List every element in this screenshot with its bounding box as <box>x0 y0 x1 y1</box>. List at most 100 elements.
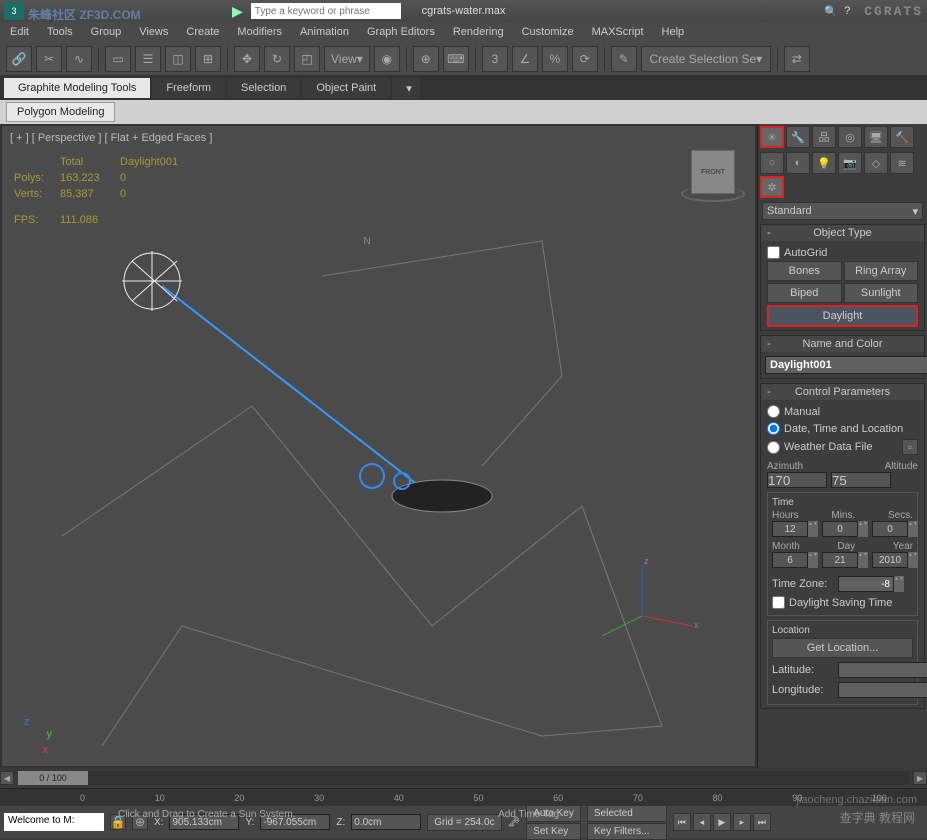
geometry-icon[interactable]: ○ <box>760 152 784 174</box>
pivot-icon[interactable]: ◉ <box>374 46 400 72</box>
search-input[interactable] <box>251 3 401 19</box>
key-filters-button[interactable]: Key Filters... <box>587 823 667 840</box>
lights-icon[interactable]: 💡 <box>812 152 836 174</box>
ribbon-collapse-icon[interactable]: ▾ <box>392 78 420 99</box>
menu-rendering[interactable]: Rendering <box>453 26 504 38</box>
longitude-input[interactable] <box>838 682 927 698</box>
viewport[interactable]: [ + ] [ Perspective ] [ Flat + Edged Fac… <box>0 124 757 768</box>
goto-end-icon[interactable]: ⏭ <box>753 813 771 831</box>
mins-spinner[interactable] <box>822 521 858 537</box>
scale-icon[interactable]: ◰ <box>294 46 320 72</box>
tab-freeform[interactable]: Freeform <box>152 78 225 98</box>
time-slider-thumb[interactable]: 0 / 100 <box>18 771 88 785</box>
window-crossing-icon[interactable]: ⊞ <box>195 46 221 72</box>
rollout-header-name[interactable]: -Name and Color <box>761 336 924 352</box>
altitude-value <box>831 472 891 488</box>
datetime-radio[interactable] <box>767 422 780 435</box>
tab-graphite[interactable]: Graphite Modeling Tools <box>4 78 150 98</box>
ref-coord-dropdown[interactable]: View ▾ <box>324 46 370 72</box>
systems-icon[interactable]: ✲ <box>760 176 784 198</box>
latitude-input[interactable] <box>838 662 927 678</box>
get-location-button[interactable]: Get Location... <box>772 638 913 658</box>
next-frame-icon[interactable]: ▸ <box>733 813 751 831</box>
time-slider[interactable]: ◂ 0 / 100 ▸ <box>0 768 927 788</box>
rollout-header-ctrl[interactable]: -Control Parameters <box>761 384 924 400</box>
dst-checkbox[interactable] <box>772 596 785 609</box>
angle-snap-icon[interactable]: ∠ <box>512 46 538 72</box>
select-icon[interactable]: ▭ <box>105 46 131 72</box>
create-tab-icon[interactable]: ✳ <box>760 126 784 148</box>
timezone-spinner[interactable] <box>838 576 894 592</box>
nav-arrow-icon[interactable]: ▶ <box>232 3 243 20</box>
goto-start-icon[interactable]: ⏮ <box>673 813 691 831</box>
key-mode-dropdown[interactable]: Selected <box>587 805 667 822</box>
daylight-button[interactable]: Daylight <box>767 305 918 327</box>
menu-edit[interactable]: Edit <box>10 26 29 38</box>
motion-tab-icon[interactable]: ◎ <box>838 126 862 148</box>
category-dropdown[interactable]: Standard▾ <box>758 200 927 222</box>
time-slider-right-icon[interactable]: ▸ <box>913 771 927 785</box>
selection-set-dropdown[interactable]: Create Selection Se ▾ <box>641 46 771 72</box>
link-icon[interactable]: 🔗 <box>6 46 32 72</box>
menu-help[interactable]: Help <box>662 26 685 38</box>
rollout-header-objtype[interactable]: -Object Type <box>761 225 924 241</box>
manipulate-icon[interactable]: ⊕ <box>413 46 439 72</box>
mirror-icon[interactable]: ⇄ <box>784 46 810 72</box>
spinner-snap-icon[interactable]: ⟳ <box>572 46 598 72</box>
menu-maxscript[interactable]: MAXScript <box>592 26 644 38</box>
month-spinner[interactable] <box>772 552 808 568</box>
weather-radio[interactable] <box>767 441 780 454</box>
binoculars-icon[interactable]: 🔍 <box>824 5 838 18</box>
rotate-icon[interactable]: ↻ <box>264 46 290 72</box>
viewcube-ring[interactable] <box>681 186 745 202</box>
sunlight-button[interactable]: Sunlight <box>844 283 919 303</box>
display-tab-icon[interactable]: 🖥 <box>864 126 888 148</box>
menu-grapheditors[interactable]: Graph Editors <box>367 26 435 38</box>
viewport-label[interactable]: [ + ] [ Perspective ] [ Flat + Edged Fac… <box>10 132 212 144</box>
help-icon[interactable]: ? <box>844 5 850 17</box>
snap-icon[interactable]: 3 <box>482 46 508 72</box>
ring-array-button[interactable]: Ring Array <box>844 261 919 281</box>
keyboard-icon[interactable]: ⌨ <box>443 46 469 72</box>
add-time-tag-button[interactable]: Add Time Tag <box>498 809 559 820</box>
menu-create[interactable]: Create <box>186 26 219 38</box>
helpers-icon[interactable]: ◇ <box>864 152 888 174</box>
time-slider-left-icon[interactable]: ◂ <box>0 771 14 785</box>
secs-spinner[interactable] <box>872 521 908 537</box>
tab-selection[interactable]: Selection <box>227 78 300 98</box>
utilities-tab-icon[interactable]: 🔨 <box>890 126 914 148</box>
subtab-polygon-modeling[interactable]: Polygon Modeling <box>6 102 115 122</box>
biped-button[interactable]: Biped <box>767 283 842 303</box>
menu-modifiers[interactable]: Modifiers <box>237 26 282 38</box>
bind-icon[interactable]: ∿ <box>66 46 92 72</box>
tab-objectpaint[interactable]: Object Paint <box>302 78 390 98</box>
year-spinner[interactable] <box>872 552 908 568</box>
modify-tab-icon[interactable]: 🔧 <box>786 126 810 148</box>
menu-group[interactable]: Group <box>91 26 122 38</box>
day-spinner[interactable] <box>822 552 858 568</box>
select-name-icon[interactable]: ☰ <box>135 46 161 72</box>
autogrid-checkbox[interactable] <box>767 246 780 259</box>
cameras-icon[interactable]: 📷 <box>838 152 862 174</box>
menu-views[interactable]: Views <box>139 26 168 38</box>
select-region-icon[interactable]: ◫ <box>165 46 191 72</box>
object-name-input[interactable] <box>765 356 927 374</box>
named-sel-icon[interactable]: ✎ <box>611 46 637 72</box>
play-icon[interactable]: ▶ <box>713 813 731 831</box>
weather-file-button[interactable]: ▫ <box>902 439 918 455</box>
shapes-icon[interactable]: ◐ <box>786 152 810 174</box>
manual-radio[interactable] <box>767 405 780 418</box>
spacewarps-icon[interactable]: ≋ <box>890 152 914 174</box>
maxscript-listener[interactable]: Welcome to M: <box>4 813 104 831</box>
percent-snap-icon[interactable]: % <box>542 46 568 72</box>
setkey-button[interactable]: Set Key <box>526 823 581 840</box>
bones-button[interactable]: Bones <box>767 261 842 281</box>
unlink-icon[interactable]: ✂ <box>36 46 62 72</box>
menu-tools[interactable]: Tools <box>47 26 73 38</box>
move-icon[interactable]: ✥ <box>234 46 260 72</box>
menu-animation[interactable]: Animation <box>300 26 349 38</box>
hierarchy-tab-icon[interactable]: 品 <box>812 126 836 148</box>
prev-frame-icon[interactable]: ◂ <box>693 813 711 831</box>
menu-customize[interactable]: Customize <box>522 26 574 38</box>
hours-spinner[interactable] <box>772 521 808 537</box>
